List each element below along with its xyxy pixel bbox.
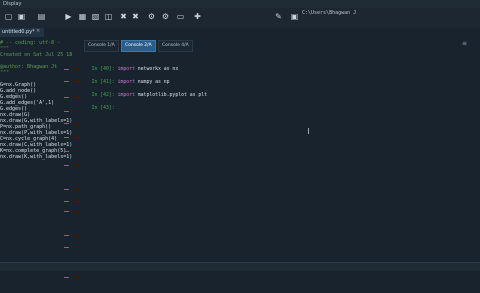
- editor-gutter: [64, 63, 70, 293]
- warning-marker: [64, 81, 69, 82]
- warning-marker: [64, 235, 69, 236]
- warning-marker: [64, 123, 69, 124]
- warning-marker: [64, 151, 69, 152]
- options-icon[interactable]: ⚙: [161, 12, 170, 21]
- editor-tab-label: untitled0.py*: [2, 29, 35, 35]
- debug-icon[interactable]: ✖: [131, 12, 140, 21]
- keyword: import: [117, 80, 135, 85]
- keyword: import: [117, 93, 135, 98]
- editor-tab-close-icon[interactable]: ×: [36, 28, 40, 34]
- code: matplotlib.pyplot as plt: [134, 93, 208, 98]
- folder-icon[interactable]: ▣: [290, 12, 299, 21]
- tab-console-2a[interactable]: Console 2/A: [121, 40, 156, 52]
- tab-console-1a[interactable]: Console 1/A: [84, 40, 119, 52]
- warning-marker: [64, 111, 69, 112]
- tab-label: Console 2/A: [125, 43, 152, 48]
- maximize-icon[interactable]: ▭: [176, 12, 185, 21]
- tab-label: Console 1/A: [88, 43, 115, 48]
- warning-marker: [64, 97, 69, 98]
- new-file-icon[interactable]: ▢: [4, 12, 13, 21]
- warning-marker: [64, 277, 69, 278]
- warning-marker: [64, 247, 69, 248]
- prompt: In [41]:: [91, 80, 115, 85]
- warning-marker: [64, 69, 69, 70]
- warning-marker: [64, 137, 69, 138]
- open-file-icon[interactable]: ▣: [17, 12, 26, 21]
- code: networkx as nx: [134, 67, 179, 72]
- menu-bar: Display: [0, 0, 480, 8]
- tools-icon[interactable]: ✎: [274, 12, 283, 21]
- mouse-cursor: [308, 128, 309, 134]
- prompt: In [42]:: [91, 93, 115, 98]
- warning-marker: [64, 211, 69, 212]
- tab-console-4a[interactable]: Console 4/A: [158, 40, 193, 52]
- save-icon[interactable]: ▤: [37, 12, 46, 21]
- stop-icon[interactable]: ✖: [119, 12, 128, 21]
- editor-line[interactable]: """: [0, 70, 9, 76]
- warning-marker: [64, 189, 69, 190]
- editor-pane: untitled0.py* × # -- coding: utf-8 - """…: [0, 28, 78, 278]
- code: numpy as np: [134, 80, 170, 85]
- console-input-line[interactable]: In [43]:: [80, 101, 115, 116]
- working-directory-path[interactable]: C:\Users\Bhagwan J: [302, 10, 356, 16]
- editor-line[interactable]: Created on Sat Jul 25 18:3: [0, 52, 78, 58]
- menu-item-display[interactable]: Display: [0, 1, 21, 7]
- editor-line[interactable]: nx.draw(K,with_labels=1): [0, 154, 72, 160]
- keyword: import: [117, 67, 135, 72]
- tab-label: Console 4/A: [162, 43, 189, 48]
- python-path-icon[interactable]: ✚: [193, 12, 202, 21]
- ipython-console: Console 1/A Console 2/A Console 4/A ≡ In…: [72, 28, 480, 270]
- run-file-icon[interactable]: ▶: [64, 12, 73, 21]
- editor-line[interactable]: # -- coding: utf-8 -: [0, 40, 60, 46]
- run-cell-advance-icon[interactable]: ▧: [91, 12, 100, 21]
- run-selection-icon[interactable]: ◫: [104, 12, 113, 21]
- prompt: In [40]:: [91, 67, 115, 72]
- warning-marker: [64, 201, 69, 202]
- run-cell-icon[interactable]: ▦: [78, 12, 87, 21]
- settings-icon[interactable]: ⚙: [147, 12, 156, 21]
- console-options-icon[interactable]: ≡: [462, 40, 472, 48]
- warning-marker: [64, 165, 69, 166]
- toolbar: ▢ ▣ ▤ ▶ ▦ ▧ ◫ ✖ ✖ ⚙ ⚙ ▭ ✚ ✎ ▣ C:\Users\B…: [0, 8, 480, 29]
- prompt: In [43]:: [91, 106, 115, 111]
